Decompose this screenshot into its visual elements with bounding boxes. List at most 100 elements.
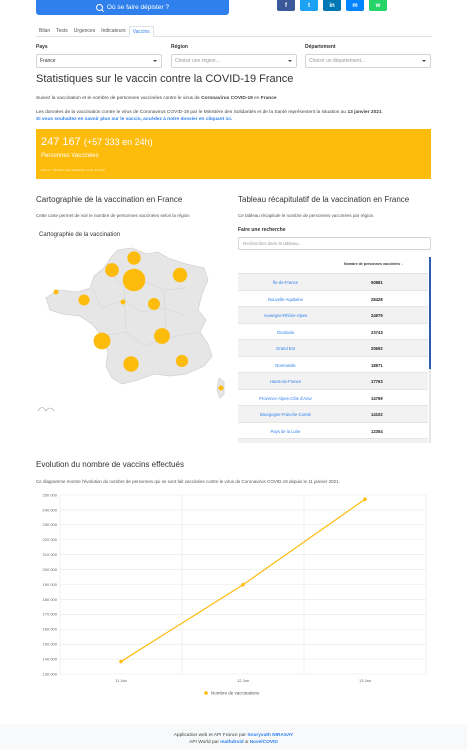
footer-line2-prefix: API World par xyxy=(189,740,221,745)
region-link[interactable]: Bourgogne-Franche-Comté xyxy=(238,412,333,417)
region-value: 12354 xyxy=(371,428,383,434)
map-bubble[interactable] xyxy=(175,354,189,368)
share-buttons: f t in m w xyxy=(277,0,387,11)
y-tick-label: 200 000 xyxy=(43,567,58,572)
table-header: Nombre de personnes vaccinées ↓ xyxy=(238,257,428,274)
map-bubble[interactable] xyxy=(148,298,160,310)
vaccinated-column-header[interactable]: Nombre de personnes vaccinées ↓ xyxy=(344,262,403,266)
y-tick-label: 240 000 xyxy=(43,507,58,512)
region-value: 17763 xyxy=(371,379,383,384)
map-bubble[interactable] xyxy=(172,267,188,283)
y-tick-label: 250 000 xyxy=(43,492,58,497)
chart-section-desc: Ce diagramme montre l'évolution du nombr… xyxy=(36,479,340,484)
region-link[interactable]: Provence-Alpes-Côte d'Azur xyxy=(238,396,333,401)
region-select[interactable]: Choisir une région... xyxy=(171,54,297,68)
intro-text: Suivez la vaccination et le nombre de pe… xyxy=(36,96,277,101)
region-link[interactable]: Pays de la Loire xyxy=(238,429,333,434)
novelcovid-link[interactable]: NovelCOVID xyxy=(250,740,278,745)
table-search-input[interactable]: Rechercher dans le tableau... xyxy=(238,237,431,250)
table-row: Nouvelle-Aquitaine 28428 xyxy=(238,291,428,307)
chevron-down-icon xyxy=(422,60,426,62)
y-tick-label: 150 000 xyxy=(43,642,58,647)
y-tick-label: 140 000 xyxy=(43,656,58,661)
department-select[interactable]: Choisir un département... xyxy=(305,54,431,68)
mathdroid-link[interactable]: mathdroid xyxy=(220,740,243,745)
table-row: Normandie 18971 xyxy=(238,357,428,373)
search-icon xyxy=(95,4,103,11)
region-value: 20692 xyxy=(371,346,383,351)
map-attribution-icon xyxy=(37,407,55,412)
map-bubble[interactable] xyxy=(78,294,90,306)
page-title: Statistiques sur le vaccin contre la COV… xyxy=(36,73,294,85)
messenger-icon[interactable]: m xyxy=(346,0,364,11)
country-select[interactable]: France xyxy=(36,54,162,68)
vaccinated-value: 247 167 xyxy=(41,136,81,148)
x-tick-label: 13 Jan xyxy=(359,678,371,683)
series-line xyxy=(120,498,366,663)
data-point[interactable] xyxy=(241,582,245,587)
tab-tests[interactable]: Tests xyxy=(53,26,71,37)
map-bubble[interactable] xyxy=(127,251,141,265)
region-link[interactable]: Hauts-de-France xyxy=(238,379,333,384)
data-prefix: Les données de la vaccination contre le … xyxy=(36,110,348,115)
table-row: Auvergne-Rhône-Alpes 24979 xyxy=(238,307,428,324)
testing-locations-label: Où se faire dépister ? xyxy=(106,4,170,11)
map-bubble[interactable] xyxy=(93,332,111,350)
map-bubble[interactable] xyxy=(53,289,59,295)
table-scrollbar-thumb[interactable] xyxy=(428,257,431,369)
map-bubble[interactable] xyxy=(105,263,119,277)
footer: Application web et API France par Souryv… xyxy=(0,724,467,750)
vaccine-dossier-link[interactable]: Si vous souhaitez en savoir plus sur le … xyxy=(36,117,232,122)
region-value: 24979 xyxy=(371,313,383,318)
map-section-desc: Cette carte permet de voir le nombre de … xyxy=(36,213,190,218)
data-date: 13 janvier 2021 xyxy=(347,110,382,115)
chevron-down-icon xyxy=(153,60,157,62)
region-link[interactable]: Auvergne-Rhône-Alpes xyxy=(238,313,333,318)
y-tick-label: 180 000 xyxy=(43,597,58,602)
table-row: Occitanie 23743 xyxy=(238,324,428,340)
region-link[interactable]: Nouvelle-Aquitaine xyxy=(238,297,333,302)
region-link[interactable]: Île-de-France xyxy=(238,280,333,285)
whatsapp-icon[interactable]: w xyxy=(369,0,387,11)
map-bubble[interactable] xyxy=(120,299,126,305)
region-link[interactable]: Occitanie xyxy=(238,330,333,335)
facebook-icon[interactable]: f xyxy=(277,0,295,11)
table-row xyxy=(238,439,428,443)
table-row: Provence-Alpes-Côte d'Azur 14769 xyxy=(238,390,428,406)
map-bubble[interactable] xyxy=(218,385,224,391)
author-link[interactable]: Souryvath NIRASAY xyxy=(247,733,293,738)
tab-vaccins[interactable]: Vaccins xyxy=(128,26,154,37)
intro-country: France xyxy=(260,96,277,101)
region-link[interactable]: Normandie xyxy=(238,363,333,368)
testing-locations-button[interactable]: Où se faire dépister ? xyxy=(36,0,229,15)
table-row: Hauts-de-France 17763 xyxy=(238,373,428,390)
legend-label[interactable]: Nombre de vaccinations xyxy=(211,691,260,696)
data-text: Les données de la vaccination contre le … xyxy=(36,110,383,122)
y-tick-label: 170 000 xyxy=(43,612,58,617)
region-select-placeholder: Choisir une région... xyxy=(175,58,220,64)
tab-indicateurs[interactable]: Indicateurs xyxy=(98,26,128,37)
twitter-icon[interactable]: t xyxy=(300,0,318,11)
tab-urgences[interactable]: Urgences xyxy=(71,26,98,37)
vaccination-map[interactable]: Cartographie de la vaccination xyxy=(36,228,228,413)
y-tick-label: 130 000 xyxy=(43,671,58,676)
data-point[interactable] xyxy=(119,659,123,664)
department-label: Département xyxy=(305,44,336,50)
data-point[interactable] xyxy=(363,497,367,502)
map-bubble[interactable] xyxy=(122,268,146,292)
nav-tabs: Bilan Tests Urgences Indicateurs Vaccins xyxy=(36,26,432,37)
region-link[interactable]: Grand Est xyxy=(238,346,333,351)
region-value: 28428 xyxy=(371,296,383,302)
department-select-placeholder: Choisir un département... xyxy=(309,58,366,64)
tab-bilan[interactable]: Bilan xyxy=(36,26,53,37)
table-scrollbar[interactable] xyxy=(428,257,431,443)
chevron-down-icon xyxy=(288,60,292,62)
y-tick-label: 220 000 xyxy=(43,537,58,542)
region-value: 23743 xyxy=(371,329,383,335)
map-bubble[interactable] xyxy=(123,356,139,372)
table-row: Bourgogne-Franche-Comté 14102 xyxy=(238,406,428,423)
linkedin-icon[interactable]: in xyxy=(323,0,341,11)
chart-section-title: Evolution du nombre de vaccins effectués xyxy=(36,460,184,469)
intro-prefix: Suivez la vaccination et le nombre de pe… xyxy=(36,96,202,101)
map-bubble[interactable] xyxy=(154,328,170,344)
